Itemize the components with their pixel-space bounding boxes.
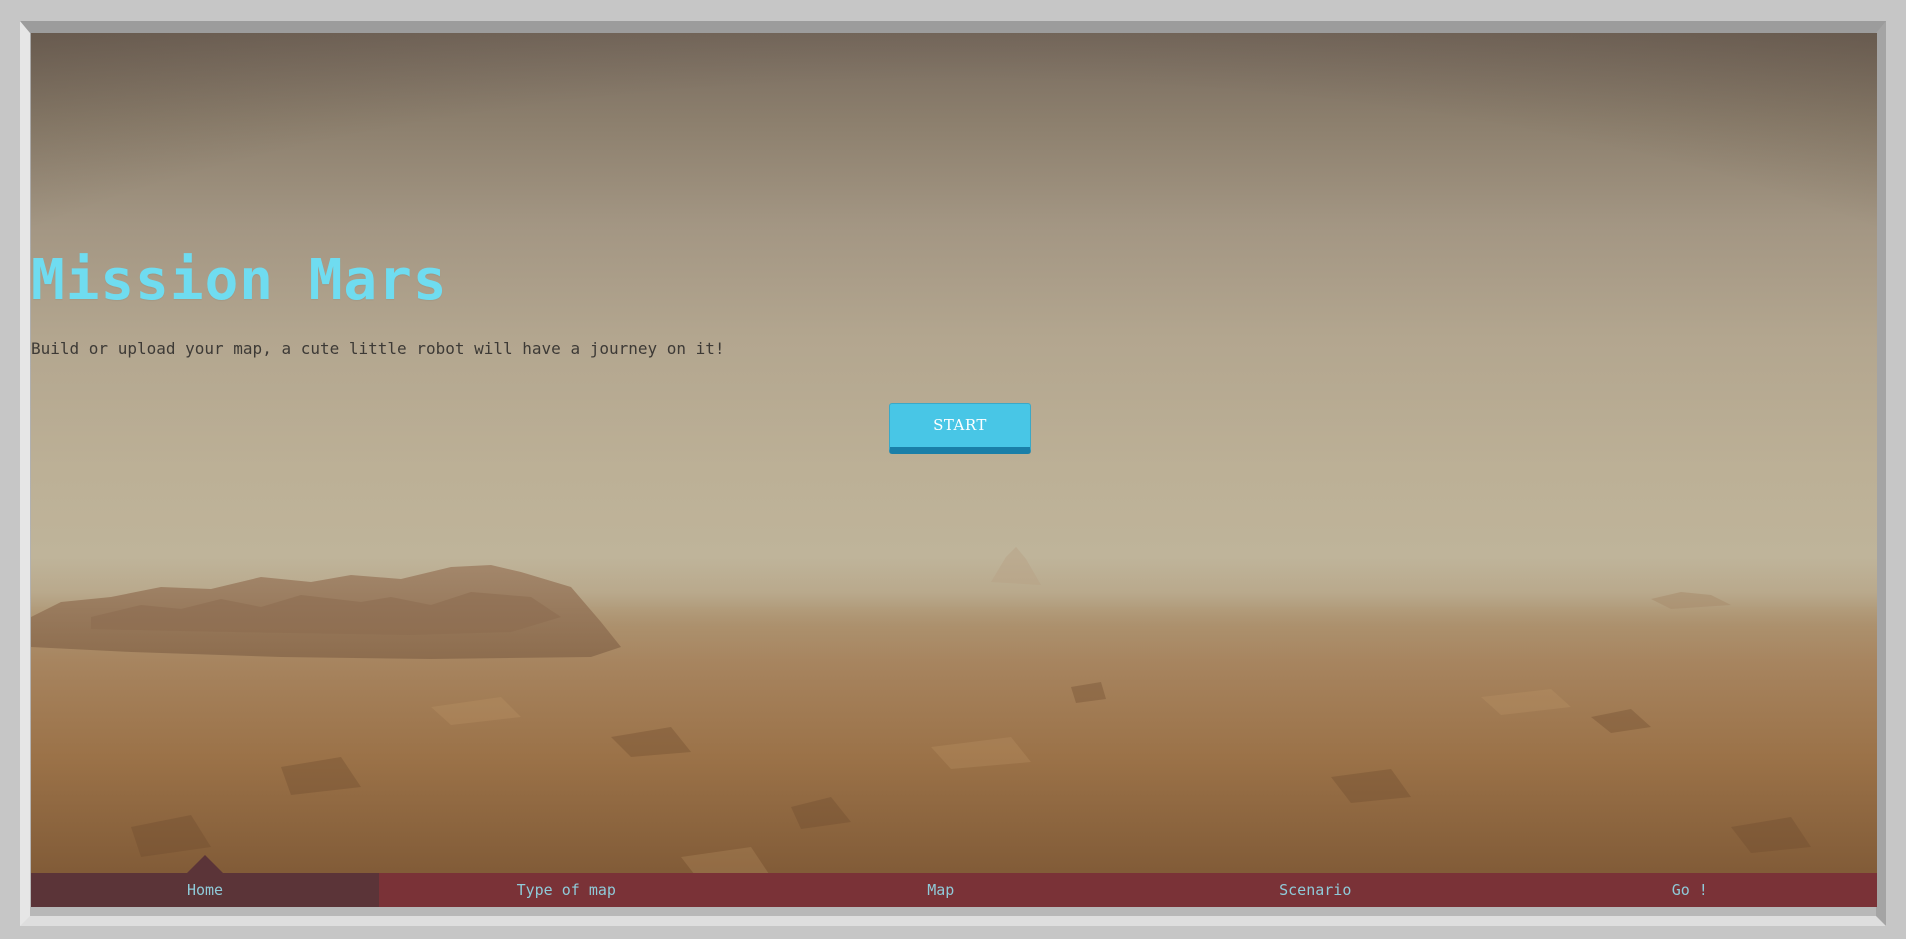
page-subtitle: Build or upload your map, a cute little …	[31, 339, 725, 358]
nav-item-go[interactable]: Go !	[1503, 873, 1878, 907]
nav-item-type-of-map[interactable]: Type of map	[379, 873, 754, 907]
mars-landscape-background: Mission Mars Build or upload your map, a…	[31, 33, 1877, 907]
bottom-navigation: Home Type of map Map Scenario Go !	[31, 855, 1878, 907]
nav-item-scenario[interactable]: Scenario	[1128, 873, 1503, 907]
nav-item-home[interactable]: Home	[31, 855, 379, 907]
start-button[interactable]: START	[889, 403, 1031, 454]
mars-terrain-illustration	[31, 547, 1877, 907]
page-title: Mission Mars	[31, 248, 448, 313]
nav-item-map[interactable]: Map	[754, 873, 1129, 907]
